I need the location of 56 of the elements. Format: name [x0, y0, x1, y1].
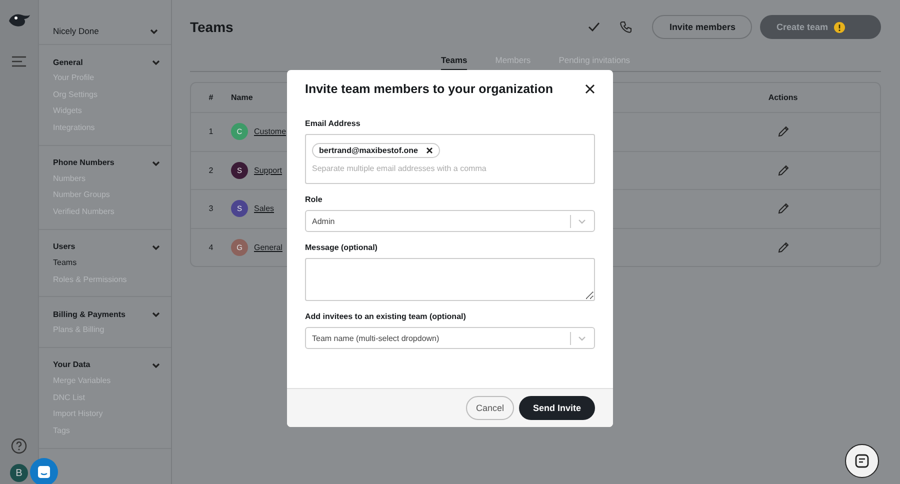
- team-link[interactable]: Custome: [254, 127, 286, 136]
- field-label: Email Address: [305, 119, 362, 128]
- invite-members-button[interactable]: Invite members: [652, 15, 752, 39]
- alert-icon: [834, 22, 845, 32]
- chip-text: bertrand@maxibestof.one: [319, 146, 418, 155]
- select-field[interactable]: Admin: [305, 210, 595, 232]
- chevron-down-icon[interactable]: [151, 360, 161, 369]
- chat-button[interactable]: [845, 444, 879, 478]
- cancel-button[interactable]: Cancel: [466, 396, 514, 420]
- pencil-icon[interactable]: [778, 126, 788, 138]
- section-title[interactable]: General: [53, 58, 83, 66]
- dialog-title: Invite team members to your organization: [305, 82, 553, 96]
- table-cell-text: 1: [208, 127, 214, 136]
- message-field[interactable]: [305, 258, 595, 301]
- column-header: #: [208, 93, 214, 102]
- team-link[interactable]: General: [254, 242, 282, 252]
- pencil-icon[interactable]: [778, 242, 788, 253]
- column-header: Name: [231, 93, 254, 102]
- select-field[interactable]: Team name (multi-select dropdown): [305, 327, 595, 349]
- email-field[interactable]: bertrand@maxibestof.one Separate multiple email addresses with a comma: [305, 134, 595, 184]
- send-invite-button[interactable]: Send Invite: [519, 396, 595, 420]
- chevron-down-icon[interactable]: [149, 26, 159, 34]
- table-cell-text: 2: [208, 166, 214, 175]
- section-title[interactable]: Phone Numbers: [53, 158, 114, 168]
- chevron-down-icon: [577, 334, 587, 342]
- chat-icon: [37, 465, 51, 479]
- column-header: Actions: [767, 93, 799, 102]
- menu-icon[interactable]: [12, 56, 26, 67]
- chevron-down-icon: [577, 217, 587, 225]
- help-icon[interactable]: [11, 438, 27, 454]
- field-label: Message (optional): [305, 243, 378, 252]
- close-icon[interactable]: [585, 84, 595, 94]
- table-cell-text: 4: [208, 242, 214, 252]
- pencil-icon[interactable]: [778, 203, 788, 214]
- chevron-down-icon[interactable]: [151, 310, 161, 318]
- remove-icon[interactable]: [426, 147, 433, 154]
- chevron-down-icon[interactable]: [151, 158, 161, 167]
- chevron-down-icon[interactable]: [151, 242, 161, 251]
- field-label: Add invitees to an existing team (optional): [305, 312, 467, 321]
- section-title[interactable]: Users: [53, 242, 76, 252]
- field-label: Role: [305, 195, 324, 204]
- table-cell-text: 3: [208, 204, 214, 214]
- sidebar-item[interactable]: Teams: [53, 254, 161, 272]
- user-avatar[interactable]: B: [10, 464, 28, 482]
- page-title: Teams: [190, 19, 234, 35]
- chevron-down-icon[interactable]: [151, 58, 161, 66]
- message-icon: [855, 454, 869, 468]
- email-chip[interactable]: bertrand@maxibestof.one: [312, 143, 440, 158]
- section-title[interactable]: Billing & Payments: [53, 310, 126, 319]
- section-title[interactable]: Your Data: [53, 360, 90, 370]
- checkmark-icon[interactable]: [588, 22, 600, 32]
- team-link[interactable]: Support: [254, 166, 282, 175]
- pencil-icon[interactable]: [778, 164, 788, 176]
- phone-icon[interactable]: [620, 21, 632, 33]
- workspace-name[interactable]: Nicely Done: [53, 26, 99, 36]
- team-link[interactable]: Sales: [254, 204, 274, 214]
